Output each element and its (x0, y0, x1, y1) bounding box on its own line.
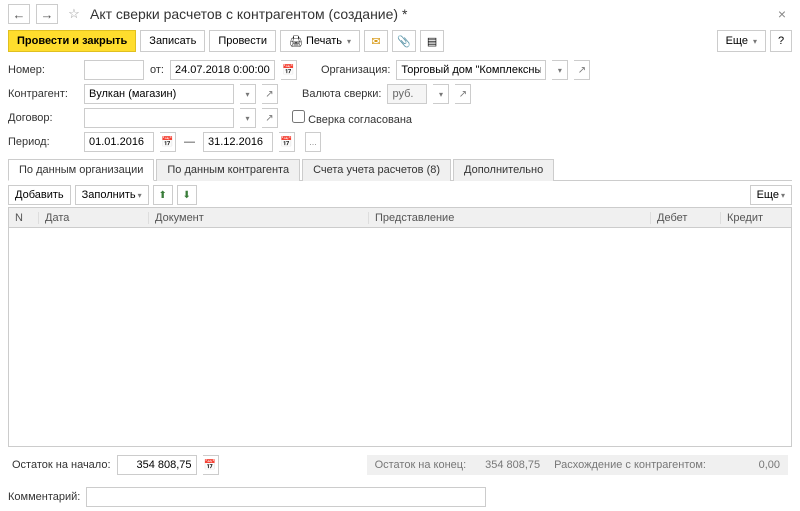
agreed-checkbox-label[interactable]: Сверка согласована (292, 110, 412, 126)
attach-button[interactable] (392, 30, 416, 52)
add-row-button[interactable]: Добавить (8, 185, 71, 205)
mail-button[interactable] (364, 30, 388, 52)
contract-input[interactable] (84, 108, 234, 128)
period-dash: — (182, 136, 197, 148)
counterparty-dropdown-icon[interactable] (240, 84, 256, 104)
page-title: Акт сверки расчетов с контрагентом (созд… (90, 6, 766, 22)
agreed-checkbox[interactable] (292, 110, 305, 123)
currency-dropdown-icon[interactable] (433, 84, 449, 104)
period-to-input[interactable] (203, 132, 273, 152)
col-date[interactable]: Дата (39, 212, 149, 224)
grid-body[interactable] (9, 228, 791, 446)
contract-open-icon[interactable] (262, 108, 278, 128)
org-open-icon[interactable] (574, 60, 590, 80)
move-down-button[interactable]: ⬇ (177, 185, 197, 205)
period-label: Период: (8, 136, 78, 148)
col-cre[interactable]: Кредит (721, 212, 791, 224)
currency-label: Валюта сверки: (302, 88, 381, 100)
diff-value: 0,00 (720, 459, 780, 471)
more-button[interactable]: Еще▾ (717, 30, 766, 52)
data-grid[interactable]: N Дата Документ Представление Дебет Кред… (8, 207, 792, 447)
currency-open-icon[interactable] (455, 84, 471, 104)
org-input[interactable] (396, 60, 546, 80)
diff-label: Расхождение с контрагентом: (554, 459, 706, 471)
nav-forward[interactable]: → (36, 4, 58, 24)
col-doc[interactable]: Документ (149, 212, 369, 224)
tab-accounts[interactable]: Счета учета расчетов (8) (302, 159, 451, 181)
help-button[interactable]: ? (770, 30, 792, 52)
nav-back[interactable]: ← (8, 4, 30, 24)
contract-label: Договор: (8, 112, 78, 124)
comment-label: Комментарий: (8, 491, 80, 503)
currency-input[interactable] (387, 84, 427, 104)
counterparty-open-icon[interactable] (262, 84, 278, 104)
col-n[interactable]: N (9, 212, 39, 224)
period-to-calendar-icon[interactable] (279, 132, 295, 152)
mail-icon (371, 35, 380, 48)
print-button[interactable]: Печать▾ (280, 30, 360, 52)
date-input[interactable] (170, 60, 275, 80)
stack-icon (427, 35, 437, 48)
reports-button[interactable] (420, 30, 444, 52)
start-balance-label: Остаток на начало: (12, 459, 111, 471)
contract-dropdown-icon[interactable] (240, 108, 256, 128)
start-balance-calc-icon[interactable] (203, 455, 219, 475)
period-pick-button[interactable] (305, 132, 321, 152)
counterparty-label: Контрагент: (8, 88, 78, 100)
start-balance-value[interactable] (117, 455, 197, 475)
tab-counterparty-data[interactable]: По данным контрагента (156, 159, 300, 181)
move-up-button[interactable]: ⬆ (153, 185, 173, 205)
table-more-button[interactable]: Еще▾ (750, 185, 792, 205)
calendar-icon[interactable] (281, 60, 297, 80)
close-icon[interactable]: × (772, 4, 792, 24)
clip-icon (397, 35, 411, 48)
fill-button[interactable]: Заполнить▾ (75, 185, 149, 205)
period-from-input[interactable] (84, 132, 154, 152)
printer-icon (289, 35, 303, 48)
save-button[interactable]: Записать (140, 30, 205, 52)
tab-additional[interactable]: Дополнительно (453, 159, 554, 181)
period-from-calendar-icon[interactable] (160, 132, 176, 152)
post-button[interactable]: Провести (209, 30, 276, 52)
counterparty-input[interactable] (84, 84, 234, 104)
org-dropdown-icon[interactable] (552, 60, 568, 80)
tab-org-data[interactable]: По данным организации (8, 159, 154, 181)
comment-input[interactable] (86, 487, 486, 507)
col-deb[interactable]: Дебет (651, 212, 721, 224)
number-input[interactable] (84, 60, 144, 80)
col-rep[interactable]: Представление (369, 212, 651, 224)
favorite-star-icon[interactable]: ☆ (64, 4, 84, 24)
number-label: Номер: (8, 64, 78, 76)
end-balance-label: Остаток на конец: (375, 459, 467, 471)
from-label: от: (150, 64, 164, 76)
org-label: Организация: (321, 64, 390, 76)
post-and-close-button[interactable]: Провести и закрыть (8, 30, 136, 52)
end-balance-value: 354 808,75 (480, 459, 540, 471)
